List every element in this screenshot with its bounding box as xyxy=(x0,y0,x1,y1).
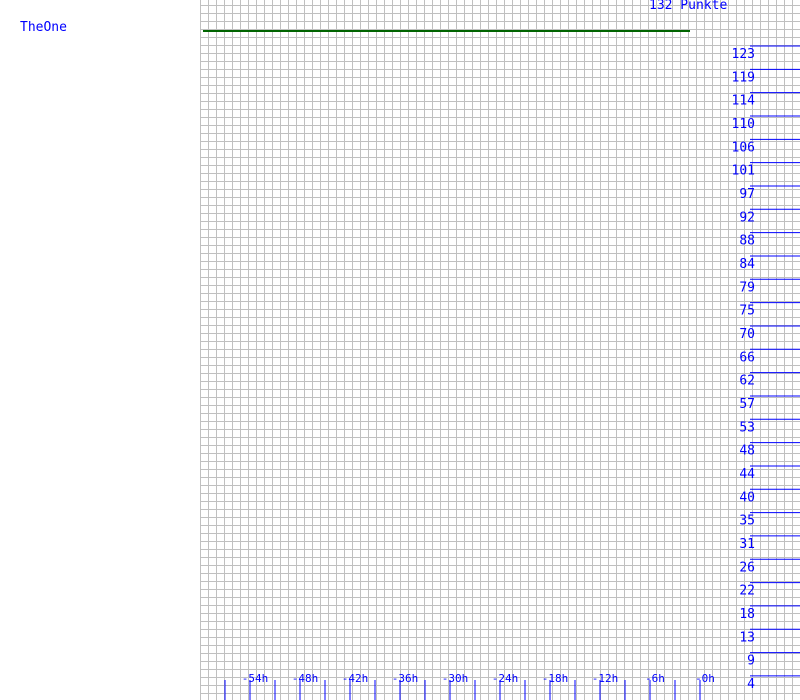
y-tick-label: 119 xyxy=(732,70,755,85)
x-tick-label: -0h xyxy=(695,672,715,685)
x-tick-label: -48h xyxy=(292,672,319,685)
y-tick-label: 110 xyxy=(732,117,755,132)
y-tick-label: 97 xyxy=(739,187,755,202)
y-tick-label: 70 xyxy=(739,327,755,342)
y-tick-label: 31 xyxy=(739,537,755,552)
y-tick-label: 40 xyxy=(739,490,755,505)
x-tick-label: -30h xyxy=(442,672,469,685)
y-tick-label: 101 xyxy=(732,164,755,179)
x-tick-label: -24h xyxy=(492,672,519,685)
y-tick-label: 35 xyxy=(739,514,755,529)
y-tick-label: 13 xyxy=(739,630,755,645)
y-tick-label: 48 xyxy=(739,444,755,459)
x-tick-label: -54h xyxy=(242,672,269,685)
x-tick-label: -12h xyxy=(592,672,619,685)
y-tick-label: 53 xyxy=(739,420,755,435)
y-tick-label: 22 xyxy=(739,584,755,599)
y-tick-label: 44 xyxy=(739,467,755,482)
y-tick-label: 88 xyxy=(739,234,755,249)
y-tick-label: 18 xyxy=(739,607,755,622)
y-tick-label: 4 xyxy=(747,677,755,692)
x-tick-label: -6h xyxy=(645,672,665,685)
y-tick-label: 123 xyxy=(732,47,755,62)
x-tick-label: -18h xyxy=(542,672,569,685)
points-chart: 123 119 114 110 106 101 97 92 88 84 79 75 70 66 62 57 53… xyxy=(203,30,800,700)
y-tick-label: 92 xyxy=(739,210,755,225)
x-tick-label: -42h xyxy=(342,672,369,685)
y-tick-label: 26 xyxy=(739,560,755,575)
y-tick-label: 106 xyxy=(732,140,755,155)
y-tick-label: 114 xyxy=(732,94,756,109)
y-tick-label: 79 xyxy=(739,280,755,295)
y-tick-label: 57 xyxy=(739,397,755,412)
y-tick-label: 84 xyxy=(739,257,755,272)
x-tick-label: -36h xyxy=(392,672,419,685)
y-tick-label: 62 xyxy=(739,374,755,389)
y-tick-label: 66 xyxy=(739,350,755,365)
y-tick-label: 75 xyxy=(739,304,755,319)
y-tick-label: 9 xyxy=(747,654,755,669)
